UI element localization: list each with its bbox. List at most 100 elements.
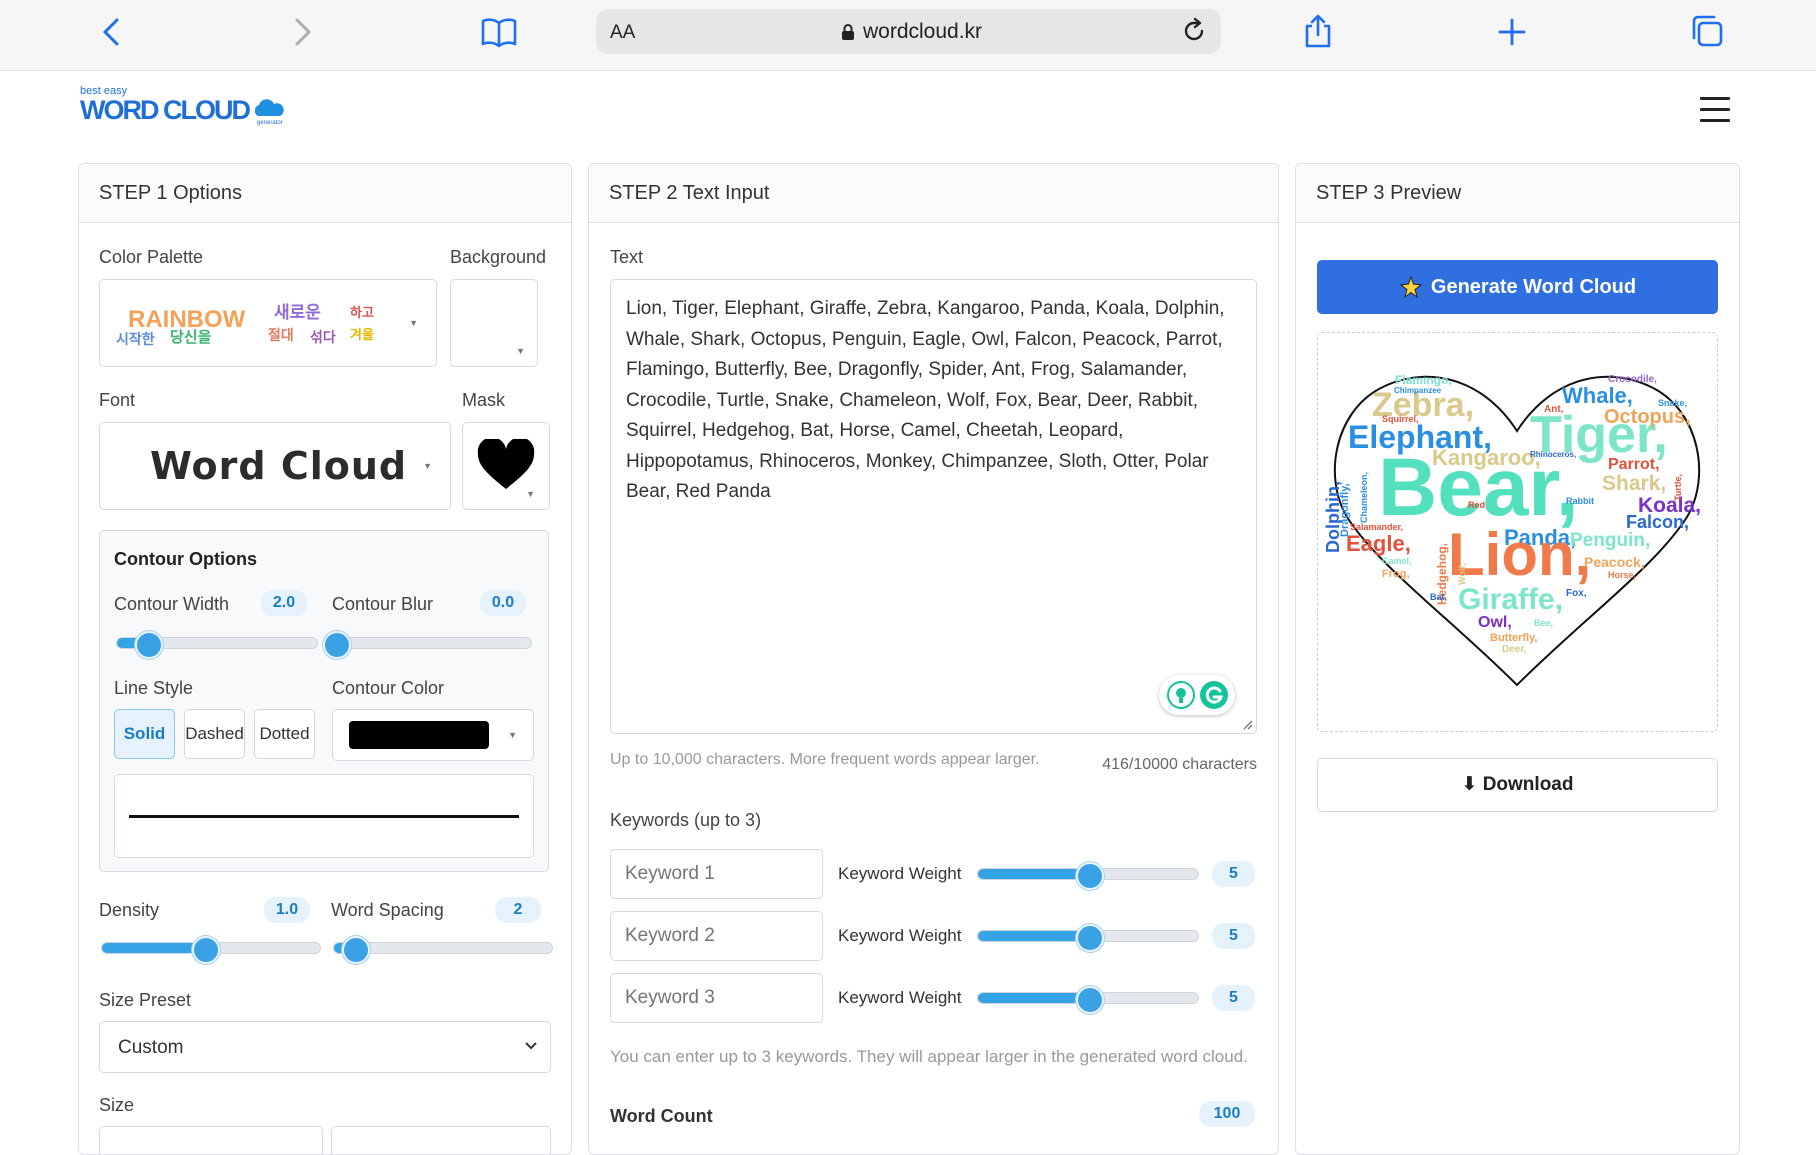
- grammarly-icon[interactable]: [1199, 680, 1229, 710]
- chevron-down-icon: [525, 1042, 537, 1050]
- cloud-word: Parrot,: [1608, 456, 1660, 473]
- generate-button[interactable]: Generate Word Cloud: [1317, 260, 1718, 314]
- size-width-input[interactable]: [99, 1126, 323, 1154]
- palette-preview: RAINBOW 새로운 하고 시작한 당신을 절대 섞다 겨울: [116, 303, 374, 347]
- slider-thumb[interactable]: [1076, 986, 1104, 1014]
- chevron-down-icon: ▼: [508, 730, 517, 740]
- slider-thumb[interactable]: [1076, 924, 1104, 952]
- lightbulb-icon[interactable]: [1167, 681, 1195, 709]
- text-label: Text: [610, 247, 644, 267]
- background-color-picker[interactable]: ▼: [450, 279, 538, 367]
- menu-icon[interactable]: [1700, 97, 1730, 130]
- size-label: Size: [99, 1095, 135, 1115]
- keyword-2-input[interactable]: [610, 911, 823, 961]
- slider-thumb[interactable]: [1076, 862, 1104, 890]
- forward-icon[interactable]: [292, 16, 314, 53]
- keyword-1-weight-slider[interactable]: [977, 862, 1199, 890]
- tabs-icon[interactable]: [1690, 14, 1724, 53]
- contour-options-panel: Contour Options Contour Width 2.0 Contou…: [99, 530, 549, 872]
- contour-width-slider[interactable]: [116, 631, 318, 659]
- size-preset-value: Custom: [118, 1037, 184, 1058]
- cloud-word: Bat,: [1430, 592, 1448, 602]
- cloud-word: Frog,: [1382, 568, 1410, 580]
- size-preset-select[interactable]: Custom: [99, 1021, 551, 1073]
- keyword-2-weight-slider[interactable]: [977, 924, 1199, 952]
- cloud-word: Owl,: [1478, 614, 1512, 631]
- keyword-3-input[interactable]: [610, 973, 823, 1023]
- slider-thumb[interactable]: [323, 631, 351, 659]
- line-style-dotted-button[interactable]: Dotted: [254, 709, 315, 759]
- cloud-word: Snake,: [1658, 398, 1688, 408]
- slider-thumb[interactable]: [341, 936, 370, 964]
- font-preview: Word Cloud: [150, 444, 408, 488]
- line-style-dashed-button[interactable]: Dashed: [184, 709, 245, 759]
- new-tab-icon[interactable]: [1497, 17, 1527, 52]
- chevron-down-icon: ▼: [526, 489, 535, 499]
- step1-title: STEP 1 Options: [79, 164, 571, 223]
- address-bar[interactable]: AA wordcloud.kr: [596, 9, 1221, 54]
- density-value: 1.0: [264, 897, 310, 923]
- back-icon[interactable]: [100, 16, 122, 53]
- generate-button-label: Generate Word Cloud: [1430, 275, 1637, 298]
- text-size-button[interactable]: AA: [610, 22, 635, 44]
- bookmarks-icon[interactable]: [480, 16, 518, 53]
- cloud-word: Whale,: [1562, 383, 1633, 408]
- word-spacing-slider[interactable]: [333, 936, 553, 964]
- contour-color-swatch: [349, 721, 489, 749]
- download-button[interactable]: ⬇ Download: [1317, 758, 1718, 812]
- font-label: Font: [99, 390, 136, 410]
- keywords-help: You can enter up to 3 keywords. They wil…: [610, 1047, 1248, 1066]
- line-style-solid-button[interactable]: Solid: [114, 709, 175, 759]
- contour-width-label: Contour Width: [114, 594, 230, 614]
- browser-toolbar: AA wordcloud.kr: [0, 0, 1816, 71]
- grammarly-widget[interactable]: [1159, 675, 1235, 715]
- slider-fill: [978, 869, 1088, 879]
- resize-handle-icon[interactable]: [1241, 718, 1253, 730]
- cloud-word: Lion,: [1448, 521, 1592, 588]
- logo-text: WORD CLOUD: [80, 95, 251, 125]
- text-input[interactable]: Lion, Tiger, Elephant, Giraffe, Zebra, K…: [610, 279, 1257, 734]
- cloud-word: Deer,: [1502, 644, 1527, 655]
- step2-title: STEP 2 Text Input: [589, 164, 1278, 223]
- background-label: Background: [450, 247, 547, 267]
- cloud-word: Butterfly,: [1490, 632, 1538, 644]
- share-icon[interactable]: [1303, 13, 1333, 54]
- slider-thumb[interactable]: [135, 631, 163, 659]
- cloud-word: Horse,: [1608, 570, 1637, 580]
- contour-blur-value: 0.0: [480, 590, 526, 616]
- sparkle-icon: [1399, 275, 1423, 299]
- site-logo[interactable]: best easy WORD CLOUD generator: [80, 86, 285, 126]
- line-style-preview: [114, 774, 534, 858]
- cloud-word: Rhinoceros,: [1530, 450, 1577, 459]
- density-label: Density: [99, 900, 160, 920]
- font-select[interactable]: Word Cloud ▼: [99, 422, 451, 510]
- word-count-value: 100: [1199, 1101, 1255, 1127]
- keyword-3-weight-value: 5: [1212, 985, 1255, 1011]
- contour-color-label: Contour Color: [332, 678, 445, 698]
- download-button-label: Download: [1482, 774, 1574, 795]
- chevron-down-icon: ▼: [516, 346, 525, 356]
- contour-blur-slider[interactable]: [323, 631, 532, 659]
- mask-select[interactable]: ▼: [462, 422, 550, 510]
- cloud-word: Turtle,: [1673, 474, 1683, 501]
- cloud-word: Chameleon,: [1359, 471, 1369, 523]
- cloud-word: Camel,: [1382, 556, 1412, 566]
- url-display[interactable]: wordcloud.kr: [841, 20, 982, 44]
- lock-icon: [842, 24, 854, 40]
- line-style-label: Line Style: [114, 678, 194, 698]
- density-slider[interactable]: [101, 936, 321, 964]
- step2-card: STEP 2 Text Input Text Lion, Tiger, Elep…: [588, 163, 1279, 1155]
- cloud-word: Crocodile,: [1608, 374, 1657, 385]
- slider-thumb[interactable]: [192, 936, 221, 964]
- cloud-word: Rabbit: [1566, 496, 1594, 506]
- keyword-1-input[interactable]: [610, 849, 823, 899]
- step1-card: STEP 1 Options Color Palette Background …: [78, 163, 572, 1155]
- keyword-3-weight-slider[interactable]: [977, 986, 1199, 1014]
- color-palette-select[interactable]: RAINBOW 새로운 하고 시작한 당신을 절대 섞다 겨울 ▼: [99, 279, 437, 367]
- size-height-input[interactable]: [331, 1126, 551, 1154]
- download-icon: ⬇: [1461, 774, 1478, 795]
- cloud-word: Octopus,: [1604, 406, 1691, 428]
- contour-color-picker[interactable]: ▼: [332, 709, 534, 761]
- reload-icon[interactable]: [1179, 16, 1209, 51]
- cloud-word: Kangaroo,: [1432, 445, 1541, 470]
